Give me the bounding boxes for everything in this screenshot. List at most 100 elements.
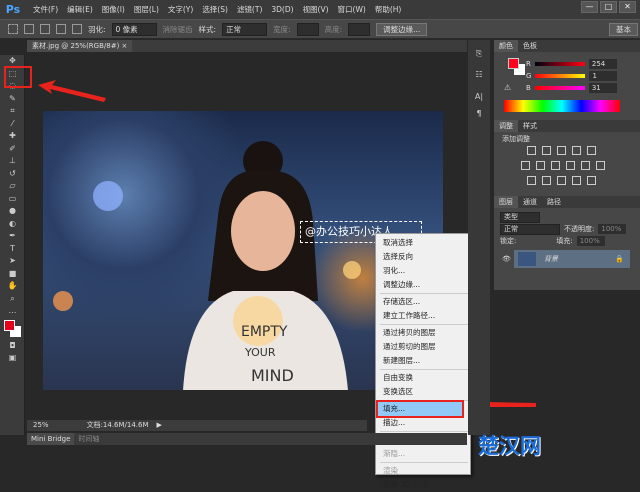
threshold-icon[interactable] <box>557 176 566 185</box>
tab-color[interactable]: 颜色 <box>494 40 518 52</box>
zoom-level[interactable]: 25% <box>33 420 49 431</box>
healing-brush-tool-icon[interactable]: ✚ <box>0 130 25 143</box>
tab-timeline[interactable]: 时间轴 <box>74 433 103 445</box>
history-brush-tool-icon[interactable]: ↺ <box>0 168 25 181</box>
context-menu-item[interactable]: 选择反向 <box>376 250 470 264</box>
tab-paths[interactable]: 路径 <box>542 196 566 208</box>
g-slider[interactable] <box>535 74 586 78</box>
g-value[interactable]: 1 <box>589 71 618 81</box>
tab-layers[interactable]: 图层 <box>494 196 518 208</box>
fill-input[interactable]: 100% <box>576 236 605 246</box>
context-menu-item[interactable]: 通过拷贝的图层 <box>376 326 470 340</box>
feather-input[interactable]: 0 像素 <box>111 22 157 36</box>
menu-layer[interactable]: 图层(L) <box>134 4 159 15</box>
r-slider[interactable] <box>534 62 585 66</box>
photo-filter-icon[interactable] <box>566 161 575 170</box>
context-menu-item[interactable]: 变换选区 <box>376 385 470 399</box>
style-select[interactable]: 正常 <box>222 22 268 36</box>
close-button[interactable]: ✕ <box>619 1 636 13</box>
tab-swatches[interactable]: 色板 <box>518 40 542 52</box>
context-menu-item[interactable]: 描边... <box>376 416 470 430</box>
document-tab[interactable]: 素材.jpg @ 25%(RGB/8#) × <box>27 40 133 52</box>
dodge-tool-icon[interactable]: ◐ <box>0 218 25 231</box>
intersect-selection-icon[interactable] <box>72 24 82 34</box>
hand-tool-icon[interactable]: ✋ <box>0 280 25 293</box>
workspace-button[interactable]: 基本 <box>609 23 638 36</box>
context-menu-item[interactable]: 存储选区... <box>376 295 470 309</box>
exposure-icon[interactable] <box>572 146 581 155</box>
maximize-button[interactable]: □ <box>600 1 617 13</box>
layer-kind-filter[interactable]: 类型 <box>500 211 540 223</box>
levels-icon[interactable] <box>542 146 551 155</box>
antialias-checkbox[interactable]: 消除锯齿 <box>163 24 193 35</box>
menu-type[interactable]: 文字(Y) <box>168 4 193 15</box>
menu-3d[interactable]: 3D(D) <box>271 5 293 14</box>
blur-tool-icon[interactable]: ● <box>0 205 25 218</box>
height-input[interactable] <box>348 22 371 36</box>
path-selection-tool-icon[interactable]: ➤ <box>0 255 25 268</box>
invert-icon[interactable] <box>527 176 536 185</box>
context-menu-item[interactable]: 自由变换 <box>376 371 470 385</box>
brightness-icon[interactable] <box>527 146 536 155</box>
menu-view[interactable]: 视图(V) <box>303 4 329 15</box>
context-menu-item[interactable]: 调整边缘... <box>376 278 470 292</box>
context-menu-item[interactable]: 新建图层... <box>376 354 470 368</box>
pen-tool-icon[interactable]: ✒ <box>0 230 25 243</box>
context-menu-item[interactable]: 新建 3D 凸出 <box>376 478 470 492</box>
subtract-selection-icon[interactable] <box>56 24 66 34</box>
minimize-button[interactable]: — <box>581 1 598 13</box>
blend-mode-select[interactable]: 正常 <box>500 223 560 235</box>
opacity-input[interactable]: 100% <box>598 224 627 234</box>
curves-icon[interactable] <box>557 146 566 155</box>
context-menu-item[interactable]: 通过剪切的图层 <box>376 340 470 354</box>
paragraph-icon[interactable]: ¶ <box>468 108 490 121</box>
context-menu-item[interactable]: 取消选择 <box>376 236 470 250</box>
gamut-warning-icon[interactable]: ⚠ <box>504 83 511 92</box>
color-spectrum[interactable] <box>504 100 620 112</box>
tab-mini-bridge[interactable]: Mini Bridge <box>27 433 75 445</box>
add-selection-icon[interactable] <box>40 24 50 34</box>
menu-window[interactable]: 窗口(W) <box>338 4 366 15</box>
menu-edit[interactable]: 编辑(E) <box>67 4 93 15</box>
menu-help[interactable]: 帮助(H) <box>375 4 402 15</box>
status-menu-arrow-icon[interactable]: ▶ <box>157 420 162 431</box>
quick-selection-tool-icon[interactable]: ✎ <box>0 93 25 106</box>
posterize-icon[interactable] <box>542 176 551 185</box>
type-tool-icon[interactable]: T <box>0 243 25 256</box>
context-menu-item[interactable]: 羽化... <box>376 264 470 278</box>
rectangle-tool-icon[interactable]: ■ <box>0 268 25 281</box>
menu-filter[interactable]: 滤镜(T) <box>237 4 262 15</box>
gradient-map-icon[interactable] <box>587 176 596 185</box>
screen-mode-icon[interactable]: ▣ <box>0 352 25 365</box>
properties-icon[interactable]: ☷ <box>468 69 490 82</box>
menu-select[interactable]: 选择(S) <box>202 4 228 15</box>
context-menu-item[interactable]: 建立工作路径... <box>376 309 470 323</box>
color-swatches[interactable] <box>0 318 24 340</box>
zoom-tool-icon[interactable]: ⌕ <box>0 293 25 306</box>
b-slider[interactable] <box>534 86 585 90</box>
b-value[interactable]: 31 <box>588 83 617 93</box>
tab-adjustments[interactable]: 调整 <box>494 120 518 132</box>
hue-saturation-icon[interactable] <box>521 161 530 170</box>
quick-mask-icon[interactable]: ◘ <box>0 340 25 353</box>
eraser-tool-icon[interactable]: ▱ <box>0 180 25 193</box>
eyedropper-tool-icon[interactable]: ⁄ <box>0 118 25 131</box>
foreground-swatch[interactable] <box>508 58 519 69</box>
menu-file[interactable]: 文件(F) <box>33 4 58 15</box>
tab-channels[interactable]: 通道 <box>518 196 542 208</box>
more-tools-icon[interactable]: … <box>0 305 25 318</box>
crop-tool-icon[interactable]: ⌗ <box>0 105 25 118</box>
channel-mixer-icon[interactable] <box>581 161 590 170</box>
color-balance-icon[interactable] <box>536 161 545 170</box>
color-lookup-icon[interactable] <box>596 161 605 170</box>
visibility-eye-icon[interactable]: 👁 <box>502 255 511 263</box>
tab-styles[interactable]: 样式 <box>518 120 542 132</box>
r-value[interactable]: 254 <box>588 59 617 69</box>
history-icon[interactable]: ⎘ <box>468 48 490 61</box>
context-menu-item[interactable]: 填充... <box>376 400 464 418</box>
clone-stamp-tool-icon[interactable]: ⊥ <box>0 155 25 168</box>
foreground-color-swatch[interactable] <box>4 319 15 331</box>
layer-row-background[interactable]: 👁 背景 🔒 <box>502 250 630 268</box>
marquee-preset-icon[interactable] <box>8 24 18 34</box>
gradient-tool-icon[interactable]: ▭ <box>0 193 25 206</box>
